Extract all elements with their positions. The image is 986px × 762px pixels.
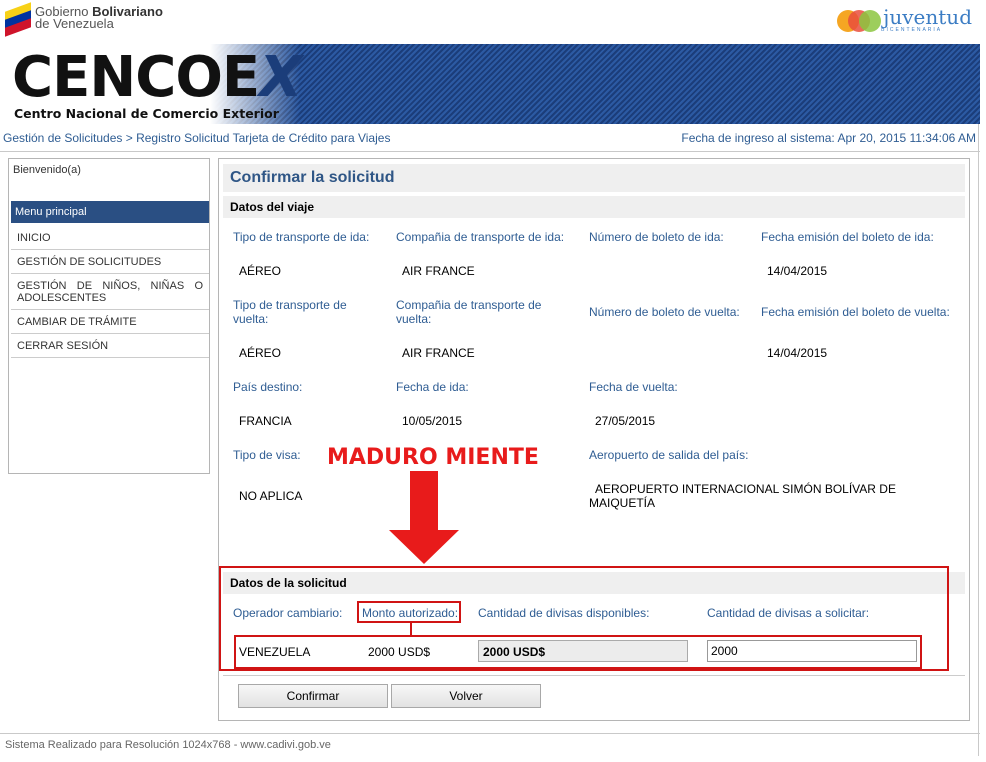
cencoex-subtitle: Centro Nacional de Comercio Exterior (14, 106, 279, 121)
annotation-arrow-icon (410, 471, 438, 531)
annotation-text: MADURO MIENTE (327, 445, 539, 470)
government-name: Gobierno Bolivariano de Venezuela (35, 4, 163, 31)
ticket-out-label: Número de boleto de ida: (589, 230, 724, 244)
footer-text: Sistema Realizado para Resolución 1024x7… (5, 739, 331, 751)
issue-out-label: Fecha emisión del boleto de ida: (761, 230, 934, 244)
cencoex-logo: CENCOEX (12, 45, 302, 110)
annotation-connector (410, 623, 412, 635)
airport-label: Aeropuerto de salida del país: (589, 448, 749, 462)
annotation-authorized-box (357, 601, 461, 623)
government-logo: Gobierno Bolivariano de Venezuela (5, 2, 163, 37)
issue-back-label: Fecha emisión del boleto de vuelta: (761, 305, 950, 319)
country-label: País destino: (233, 380, 303, 394)
cencoex-banner: CENCOEX Centro Nacional de Comercio Exte… (0, 44, 980, 124)
country-value: FRANCIA (239, 414, 292, 428)
visa-label: Tipo de visa: (233, 448, 301, 462)
footer: Sistema Realizado para Resolución 1024x7… (0, 733, 980, 755)
transport-back-value: AÉREO (239, 346, 282, 360)
transport-back-label: Tipo de transporte de vuelta: (233, 298, 347, 326)
breadcrumb-bar: Gestión de Solicitudes > Registro Solici… (0, 124, 980, 152)
sidebar: Bienvenido(a) Menu principal INICIO GEST… (8, 158, 210, 474)
transport-out-value: AÉREO (239, 264, 282, 278)
depart-date-value: 10/05/2015 (402, 414, 463, 428)
annotation-values-box (234, 635, 922, 669)
issue-out-value: 14/04/2015 (767, 264, 828, 278)
juventud-word: juventud (883, 5, 972, 29)
bicentennial-200-icon (837, 6, 882, 36)
sidebar-item-cerrar-sesion[interactable]: CERRAR SESIÓN (11, 335, 209, 358)
visa-value: NO APLICA (239, 489, 303, 503)
depart-date-label: Fecha de ida: (396, 380, 469, 394)
transport-out-label: Tipo de transporte de ida: (233, 230, 370, 244)
company-out-value: AIR FRANCE (402, 264, 475, 278)
company-back-label: Compañia de transporte de vuelta: (396, 298, 542, 326)
sidebar-item-cambiar-tramite[interactable]: CAMBIAR DE TRÁMITE (11, 311, 209, 334)
login-date: Fecha de ingreso al sistema: Apr 20, 201… (681, 131, 976, 145)
sidebar-item-gestion-solicitudes[interactable]: GESTIÓN DE SOLICITUDES (11, 251, 209, 274)
venezuela-flag-icon (5, 2, 31, 37)
company-back-value: AIR FRANCE (402, 346, 475, 360)
sidebar-item-inicio[interactable]: INICIO (11, 227, 209, 250)
return-date-value: 27/05/2015 (595, 414, 656, 428)
company-out-label: Compañia de transporte de ida: (396, 230, 565, 244)
breadcrumb[interactable]: Gestión de Solicitudes > Registro Solici… (3, 131, 390, 145)
ticket-back-label: Número de boleto de vuelta: (589, 305, 740, 319)
top-strip: Gobierno Bolivariano de Venezuela juvent… (0, 0, 986, 44)
menu-title: Menu principal (11, 201, 209, 223)
issue-back-value: 14/04/2015 (767, 346, 828, 360)
juventud-logo: juventud BICENTENARIA (837, 6, 972, 36)
airport-value: AEROPUERTO INTERNACIONAL SIMÓN BOLÍVAR D… (589, 482, 896, 510)
annotation-arrow-head-icon (389, 530, 459, 564)
page-title: Confirmar la solicitud (223, 164, 965, 192)
trip-section-title: Datos del viaje (223, 196, 965, 218)
sidebar-item-gestion-ninos[interactable]: GESTIÓN DE NIÑOS, NIÑAS O ADOLESCENTES (11, 275, 209, 310)
back-button[interactable]: Volver (391, 684, 541, 708)
welcome-text: Bienvenido(a) (13, 164, 81, 176)
return-date-label: Fecha de vuelta: (589, 380, 678, 394)
confirm-button[interactable]: Confirmar (238, 684, 388, 708)
